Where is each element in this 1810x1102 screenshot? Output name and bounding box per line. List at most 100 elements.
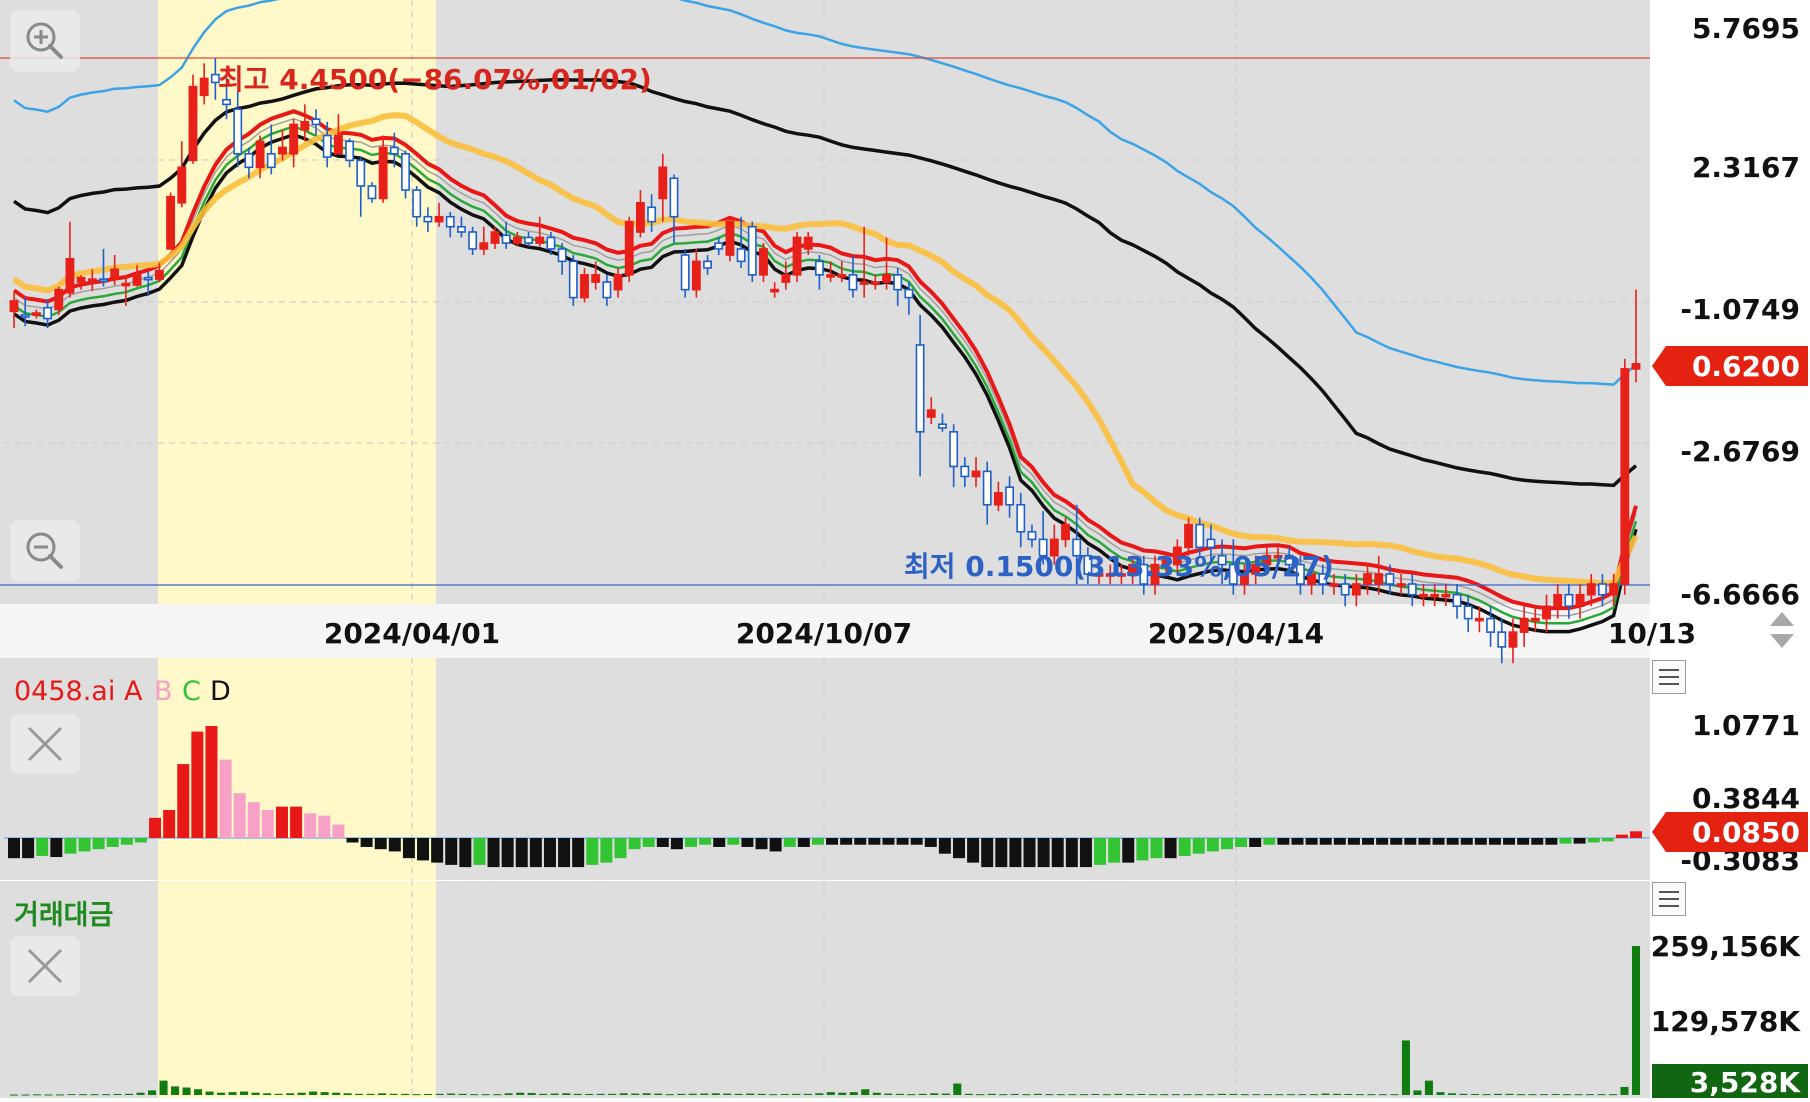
oscillator-bar xyxy=(290,806,303,838)
volume-bar xyxy=(1217,1093,1226,1095)
candle-body xyxy=(1497,631,1507,648)
oscillator-bar xyxy=(205,726,218,838)
candle-body xyxy=(725,220,735,256)
volume-bar xyxy=(240,1091,249,1095)
candle-body xyxy=(859,281,869,285)
volume-bar xyxy=(1240,1094,1249,1096)
close-volume-button[interactable] xyxy=(10,936,80,996)
volume-bar xyxy=(1102,1094,1111,1096)
candle-body xyxy=(1564,593,1574,608)
volume-bar xyxy=(21,1094,30,1096)
volume-bar xyxy=(1505,1093,1514,1095)
zoom-in-button[interactable] xyxy=(10,10,80,72)
price-axis-label: 5.7695 xyxy=(1692,12,1800,45)
oscillator-bar xyxy=(1347,838,1360,845)
candle-body xyxy=(1519,617,1529,633)
candle-body xyxy=(557,248,567,263)
volume-bar xyxy=(378,1093,387,1095)
candle-body xyxy=(9,300,19,313)
candle-body xyxy=(613,274,623,291)
oscillator-bar xyxy=(910,838,923,845)
volume-bar xyxy=(401,1093,410,1095)
candle-body xyxy=(423,215,433,223)
menu-icon xyxy=(1659,669,1679,685)
volume-bar xyxy=(1056,1094,1065,1096)
candle-body xyxy=(870,281,880,285)
candle-body xyxy=(568,260,578,299)
zoom-out-button[interactable] xyxy=(10,520,80,582)
candle-body xyxy=(1463,605,1473,620)
candle-body xyxy=(580,274,589,299)
candle-body xyxy=(926,409,936,418)
candle-body xyxy=(1430,593,1440,598)
oscillator-bar xyxy=(1150,838,1163,859)
volume-bar xyxy=(435,1093,444,1095)
candle-body xyxy=(1419,593,1428,598)
oscillator-bar xyxy=(1362,838,1375,845)
volume-bar xyxy=(1459,1093,1468,1095)
candle-body xyxy=(1586,583,1596,596)
volume-bar xyxy=(1332,1093,1341,1095)
oscillator-bar xyxy=(501,838,514,868)
volume-bar xyxy=(1631,946,1641,1095)
volume-axis-label: 259,156K xyxy=(1651,930,1802,963)
volume-bar xyxy=(734,1093,743,1095)
oscillator-bar xyxy=(1094,838,1107,865)
chart-stage[interactable]: 최고 4.4500(−86.07%,01/02) 최저 0.1500(313.33… xyxy=(0,0,1810,1099)
volume-bar xyxy=(550,1093,559,1095)
candle-body xyxy=(691,260,701,291)
indicator-menu-button[interactable] xyxy=(1652,660,1686,694)
volume-bar xyxy=(1493,1093,1502,1095)
volume-bar xyxy=(711,1093,720,1095)
oscillator-bar xyxy=(1503,838,1516,845)
candle-body xyxy=(1598,583,1607,596)
candle-body xyxy=(1027,530,1037,541)
volume-bar xyxy=(1482,1094,1491,1096)
volume-bar xyxy=(608,1093,617,1095)
candle-body xyxy=(65,257,75,294)
indicator-legend-item: C xyxy=(182,676,201,707)
oscillator-bar xyxy=(1206,838,1219,852)
volume-bar xyxy=(1528,1094,1537,1096)
price-axis-label: -1.0749 xyxy=(1680,293,1800,326)
volume-bar xyxy=(1045,1094,1054,1096)
volume-bar xyxy=(1091,1093,1100,1095)
close-indicator-button[interactable] xyxy=(10,714,80,774)
candle-body xyxy=(1005,486,1015,506)
oscillator-bar xyxy=(233,793,246,838)
candle-body xyxy=(747,225,757,276)
oscillator-bar xyxy=(219,759,232,838)
candle-body xyxy=(904,288,914,299)
volume-bar xyxy=(757,1093,766,1095)
oscillator-bar xyxy=(1474,838,1487,845)
candle-body xyxy=(993,491,1003,506)
volume-bar xyxy=(1367,1094,1376,1096)
oscillator-bar xyxy=(360,838,373,847)
oscillator-bar xyxy=(924,838,937,847)
candle-body xyxy=(300,120,310,131)
volume-bar xyxy=(700,1093,709,1095)
panel-resize-button[interactable] xyxy=(1762,606,1802,654)
oscillator-bar xyxy=(1249,838,1262,847)
candle-body xyxy=(266,153,276,169)
candle-body xyxy=(132,274,142,286)
stock-chart[interactable]: 최고 4.4500(−86.07%,01/02) 최저 0.1500(313.33… xyxy=(0,0,1810,1099)
candle-body xyxy=(1396,583,1406,587)
oscillator-bar xyxy=(1573,838,1586,844)
candle-body xyxy=(1351,583,1361,596)
volume-bar xyxy=(274,1093,283,1095)
oscillator-bar xyxy=(741,838,754,847)
candle-body xyxy=(199,77,209,97)
oscillator-bar xyxy=(304,813,317,838)
close-icon xyxy=(27,948,63,984)
volume-bar xyxy=(769,1094,778,1096)
candle-body xyxy=(1407,583,1417,596)
oscillator-bar xyxy=(374,838,387,850)
volume-bar xyxy=(171,1086,180,1095)
oscillator-bar xyxy=(811,838,824,845)
oscillator-bar xyxy=(1220,838,1233,850)
volume-menu-button[interactable] xyxy=(1652,882,1686,916)
oscillator-bar xyxy=(1122,838,1135,863)
oscillator-bar xyxy=(1037,838,1050,868)
volume-bar xyxy=(1068,1094,1077,1096)
